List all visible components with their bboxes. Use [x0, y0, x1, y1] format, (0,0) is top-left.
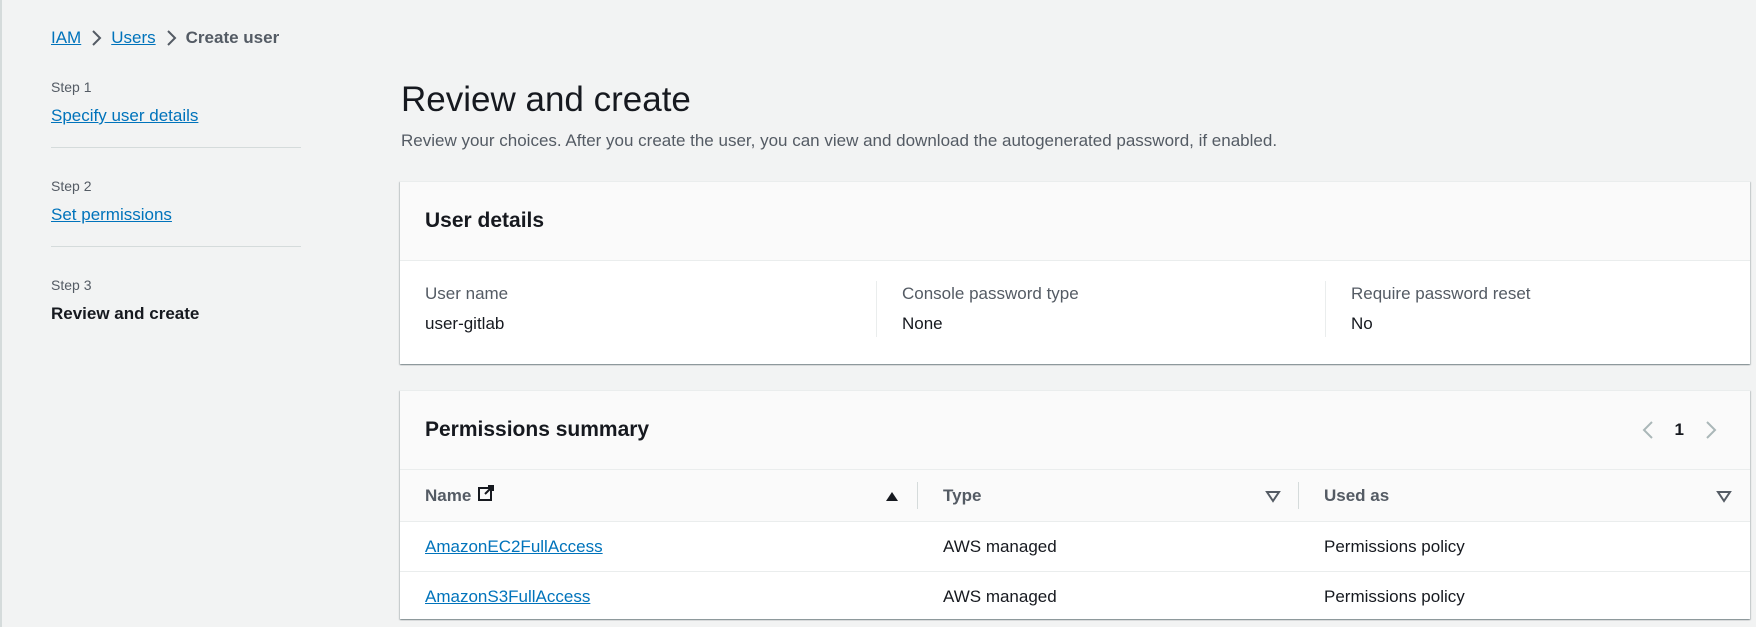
policy-used-as: Permissions policy: [1299, 521, 1750, 572]
table-row: AmazonS3FullAccess AWS managed Permissio…: [400, 572, 1750, 622]
field-user-name: User name user-gitlab: [425, 281, 845, 337]
policy-link[interactable]: AmazonS3FullAccess: [425, 587, 590, 606]
permissions-table: Name Type Used as AmazonEC2FullAccess AW…: [400, 470, 1750, 622]
table-row: AmazonEC2FullAccess AWS managed Permissi…: [400, 521, 1750, 572]
left-border: [0, 0, 2, 627]
column-header-name[interactable]: Name: [400, 470, 918, 522]
step-label: Step 3: [51, 277, 92, 293]
policy-used-as: Permissions policy: [1324, 586, 1465, 606]
step-divider: [51, 147, 301, 148]
column-header-type[interactable]: Type: [918, 470, 1299, 522]
field-console-password-type: Console password type None: [876, 281, 1296, 337]
step-label: Step 1: [51, 79, 92, 95]
chevron-right-icon: [81, 27, 111, 50]
field-value: None: [902, 314, 943, 333]
column-header-label: Used as: [1324, 485, 1390, 505]
user-details-title: User details: [425, 209, 545, 232]
permissions-title: Permissions summary: [425, 418, 650, 441]
field-value: user-gitlab: [425, 314, 505, 333]
wizard-steps: Step 1 Specify user details Step 2 Set p…: [51, 78, 301, 325]
permissions-summary-panel: Permissions summary 1 Name Type Used as …: [400, 390, 1750, 619]
field-label: Require password reset: [1351, 284, 1531, 303]
sort-unsorted-icon[interactable]: [1265, 488, 1281, 504]
step-link-set-permissions[interactable]: Set permissions: [51, 204, 301, 226]
field-label: Console password type: [902, 284, 1079, 303]
breadcrumb-current: Create user: [185, 28, 280, 47]
next-page-icon[interactable]: [1702, 419, 1720, 441]
field-label: User name: [425, 284, 509, 303]
policy-type: AWS managed: [943, 586, 1057, 606]
pagination: 1: [1639, 419, 1720, 441]
policy-type: AWS managed: [918, 521, 1299, 572]
column-header-label: Type: [943, 485, 982, 505]
step-divider: [51, 246, 301, 247]
breadcrumb-users-link[interactable]: Users: [111, 28, 155, 48]
page-description: Review your choices. After you create th…: [401, 131, 1278, 150]
sort-ascending-icon[interactable]: [884, 488, 900, 504]
user-details-panel: User details User name user-gitlab Conso…: [400, 181, 1750, 364]
step-3: Step 3 Review and create: [51, 276, 301, 325]
sort-unsorted-icon[interactable]: [1716, 488, 1732, 504]
table-header-row: Name Type Used as: [400, 470, 1750, 522]
external-link-icon: [477, 484, 495, 507]
step-label: Step 2: [51, 178, 92, 194]
page-title: Review and create: [401, 80, 691, 119]
step-link-specify-user-details[interactable]: Specify user details: [51, 105, 301, 127]
field-require-password-reset: Require password reset No: [1325, 281, 1745, 337]
user-details-header: User details: [400, 182, 1750, 261]
column-header-label: Name: [425, 485, 472, 505]
policy-link[interactable]: AmazonEC2FullAccess: [425, 537, 603, 556]
permissions-header: Permissions summary 1: [400, 391, 1750, 470]
column-header-used-as[interactable]: Used as: [1299, 470, 1750, 522]
step-1: Step 1 Specify user details: [51, 78, 301, 127]
step-2: Step 2 Set permissions: [51, 177, 301, 226]
chevron-right-icon: [156, 27, 186, 50]
field-value: No: [1351, 314, 1373, 333]
page: IAM Users Create user Step 1 Specify use…: [0, 0, 1756, 627]
breadcrumb-iam-link[interactable]: IAM: [51, 28, 81, 48]
user-details-fields: User name user-gitlab Console password t…: [400, 261, 1750, 364]
current-page-number[interactable]: 1: [1675, 420, 1684, 440]
breadcrumb: IAM Users Create user: [51, 26, 279, 50]
step-current-review-and-create: Review and create: [51, 304, 200, 323]
previous-page-icon[interactable]: [1639, 419, 1657, 441]
